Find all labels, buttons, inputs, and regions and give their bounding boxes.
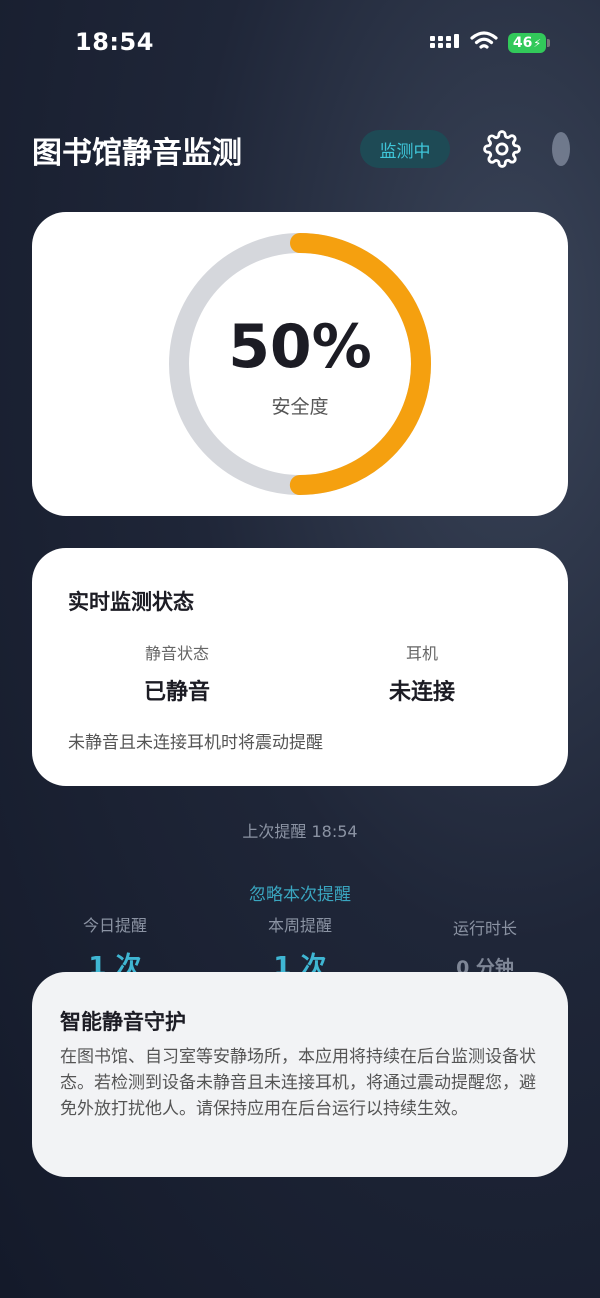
battery-tip — [547, 39, 550, 47]
status-card-title: 实时监测状态 — [68, 590, 194, 614]
stat-label: 本周提醒 — [267, 916, 332, 935]
stat-label: 运行时长 — [452, 919, 517, 938]
safety-gauge-card: 50% 安全度 — [32, 212, 568, 516]
info-body: 在图书馆、自习室等安静场所，本应用将持续在后台监测设备状态。若检测到设备未静音且… — [60, 1047, 536, 1119]
status-time: 18:54 — [75, 28, 154, 56]
headphone-value: 未连接 — [388, 680, 455, 705]
ignore-alert-button[interactable]: 忽略本次提醒 — [0, 880, 600, 905]
stat-label: 今日提醒 — [82, 916, 147, 935]
mute-status-value: 已静音 — [143, 680, 210, 705]
app-header: 图书馆静音监测 监测中 — [0, 120, 600, 180]
monitoring-status-badge[interactable]: 监测中 — [360, 130, 450, 168]
smart-guard-info-card: 智能静音守护 在图书馆、自习室等安静场所，本应用将持续在后台监测设备状态。若检测… — [32, 972, 568, 1177]
cellular-signal-icon — [430, 34, 459, 48]
side-toggle-button[interactable] — [552, 132, 570, 166]
status-note: 未静音且未连接耳机时将震动提醒 — [68, 733, 323, 753]
info-title: 智能静音守护 — [60, 1010, 186, 1034]
battery-icon: 46 ⚡ — [508, 33, 546, 53]
battery-level: 46 — [512, 35, 533, 51]
safety-percentage: 50% — [228, 312, 372, 382]
last-alert-time: 上次提醒 18:54 — [242, 822, 358, 841]
realtime-status-card: 实时监测状态 静音状态 已静音 耳机 未连接 未静音且未连接耳机时将震动提醒 — [32, 548, 568, 786]
wifi-icon — [470, 31, 498, 49]
status-bar: 18:54 46 ⚡ — [0, 0, 600, 88]
safety-label: 安全度 — [271, 396, 329, 418]
charging-bolt-icon: ⚡ — [533, 36, 542, 50]
headphone-label: 耳机 — [405, 644, 438, 663]
page-title: 图书馆静音监测 — [32, 136, 242, 171]
gear-icon[interactable] — [483, 130, 521, 168]
mute-status-label: 静音状态 — [144, 644, 209, 663]
stat-runtime: 运行时长 0 分钟 — [415, 915, 555, 980]
